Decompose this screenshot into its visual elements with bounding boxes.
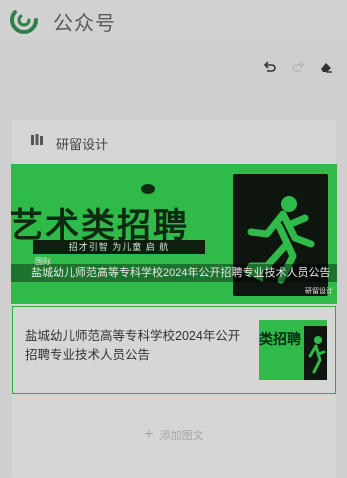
article-item[interactable]: 盐城幼儿师范高等专科学校2024年公开招聘专业技术人员公告 类招聘	[12, 306, 336, 394]
account-name: 研留设计	[56, 137, 109, 152]
article-list-panel: 研留设计 艺术类招聘 招才引智 为儿童 启 航 国际 盐城幼儿师范高等专科学校2…	[11, 120, 337, 478]
cover-article-banner[interactable]: 艺术类招聘 招才引智 为儿童 启 航 国际 盐城幼儿师范高等专科学校2024年公…	[11, 164, 337, 304]
thumbnail-exit-sign	[304, 326, 327, 380]
eraser-icon	[321, 63, 332, 73]
add-article-label: 添加图文	[159, 430, 204, 442]
add-article-button[interactable]: + 添加图文	[12, 420, 336, 450]
banner-subline: 招才引智 为儿童 启 航	[33, 240, 205, 254]
editor-toolbar	[257, 56, 347, 78]
cover-article-title: 盐城幼儿师范高等专科学校2024年公开招聘专业技术人员公告	[31, 267, 331, 279]
thumbnail-text: 类招聘	[259, 331, 301, 347]
app-title: 公众号	[53, 13, 116, 35]
account-logo-icon	[31, 134, 43, 145]
redo-button[interactable]	[287, 56, 309, 78]
article-thumbnail: 类招聘	[259, 320, 327, 380]
account-header[interactable]: 研留设计	[12, 120, 336, 160]
undo-button[interactable]	[259, 56, 281, 78]
plus-icon: +	[144, 426, 154, 443]
running-man-icon	[308, 336, 326, 374]
banner-decoration	[141, 184, 155, 194]
app-header: 公众号	[0, 0, 347, 40]
undo-icon	[263, 61, 276, 72]
clear-button[interactable]	[315, 56, 337, 78]
article-title: 盐城幼儿师范高等专科学校2024年公开招聘专业技术人员公告	[25, 329, 241, 362]
redo-icon	[292, 61, 305, 72]
wechat-official-account-logo-icon	[10, 6, 38, 34]
banner-watermark: 研留设计	[305, 288, 333, 295]
